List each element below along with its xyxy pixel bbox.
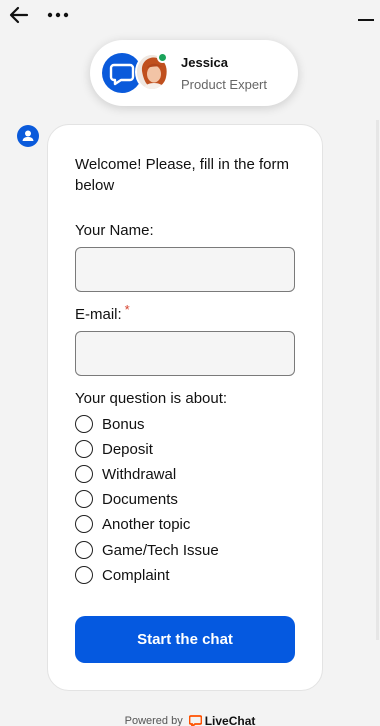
- radio-option-bonus[interactable]: Bonus: [75, 413, 275, 435]
- prechat-form: Welcome! Please, fill in the form below …: [47, 124, 323, 691]
- radio-label: Withdrawal: [102, 465, 177, 483]
- more-dots-icon: [47, 12, 69, 18]
- question-label: Your question is about:: [75, 390, 228, 407]
- radio-button[interactable]: [75, 440, 93, 458]
- radio-button[interactable]: [75, 415, 93, 433]
- email-input[interactable]: [75, 331, 295, 376]
- more-options-button[interactable]: [46, 6, 70, 24]
- radio-label: Complaint: [102, 566, 170, 584]
- radio-option-another-topic[interactable]: Another topic: [75, 513, 275, 535]
- email-label-row: E-mail: *: [75, 302, 130, 323]
- radio-label: Bonus: [102, 415, 145, 433]
- powered-by-text: Powered by: [124, 715, 183, 726]
- radio-button[interactable]: [75, 541, 93, 559]
- email-label: E-mail:: [75, 306, 122, 323]
- radio-button[interactable]: [75, 566, 93, 584]
- system-avatar: [17, 125, 39, 147]
- radio-option-game-tech-issue[interactable]: Game/Tech Issue: [75, 539, 275, 561]
- radio-label: Deposit: [102, 440, 153, 458]
- user-icon: [22, 130, 34, 141]
- name-label: Your Name:: [75, 222, 154, 239]
- radio-button[interactable]: [75, 515, 93, 533]
- agent-name: Jessica: [181, 55, 228, 70]
- name-input[interactable]: [75, 247, 295, 292]
- radio-label: Another topic: [102, 515, 191, 533]
- agent-role: Product Expert: [181, 77, 267, 92]
- livechat-brand[interactable]: LiveChat: [205, 714, 256, 726]
- livechat-logo-icon: [188, 715, 202, 726]
- minimize-button[interactable]: [356, 10, 376, 22]
- radio-option-withdrawal[interactable]: Withdrawal: [75, 463, 275, 485]
- radio-label: Documents: [102, 490, 178, 508]
- radio-option-documents[interactable]: Documents: [75, 488, 275, 510]
- welcome-message: Welcome! Please, fill in the form below: [75, 156, 289, 194]
- radio-button[interactable]: [75, 490, 93, 508]
- back-arrow-icon: [9, 6, 29, 24]
- footer: Powered by LiveChat: [0, 714, 380, 726]
- required-asterisk: *: [124, 302, 130, 317]
- agent-header: Jessica Product Expert: [90, 40, 298, 106]
- radio-label: Game/Tech Issue: [102, 541, 219, 559]
- radio-button[interactable]: [75, 465, 93, 483]
- start-chat-button[interactable]: Start the chat: [75, 616, 295, 663]
- minimize-icon: [358, 19, 374, 21]
- radio-option-complaint[interactable]: Complaint: [75, 564, 275, 586]
- scrollbar[interactable]: [376, 120, 379, 640]
- radio-option-deposit[interactable]: Deposit: [75, 438, 275, 460]
- online-status-dot: [157, 52, 168, 63]
- toolbar: [0, 0, 380, 34]
- back-button[interactable]: [8, 4, 30, 26]
